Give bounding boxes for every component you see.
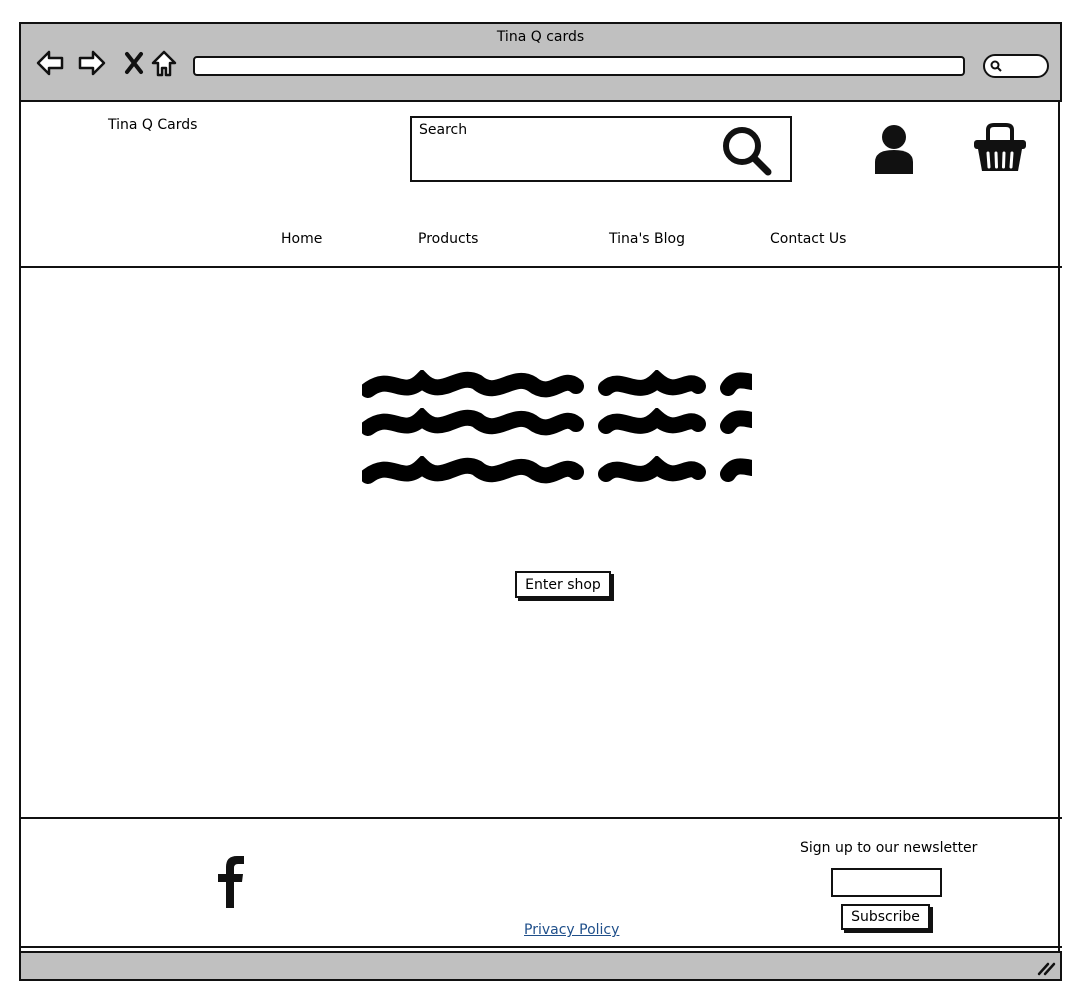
- site-brand[interactable]: Tina Q Cards: [108, 117, 197, 133]
- nav-contact[interactable]: Contact Us: [770, 231, 846, 247]
- url-bar[interactable]: [193, 56, 965, 76]
- nav-home[interactable]: Home: [281, 231, 322, 247]
- footer-bottom-line: [19, 946, 1062, 948]
- subscribe-button[interactable]: Subscribe: [841, 904, 930, 930]
- footer-divider: [19, 817, 1062, 819]
- forward-arrow-icon[interactable]: [77, 48, 107, 78]
- window-title: Tina Q cards: [496, 29, 585, 45]
- newsletter-label: Sign up to our newsletter: [800, 840, 978, 856]
- placeholder-text-scribble: [362, 408, 752, 436]
- enter-shop-button[interactable]: Enter shop: [515, 571, 611, 598]
- nav-blog[interactable]: Tina's Blog: [609, 231, 685, 247]
- search-placeholder: Search: [419, 122, 468, 138]
- home-icon[interactable]: [149, 48, 179, 78]
- browser-titlebar: Tina Q cards: [19, 22, 1062, 102]
- user-icon[interactable]: [872, 124, 916, 174]
- search-icon[interactable]: [720, 124, 774, 178]
- site-search-box[interactable]: Search: [410, 116, 792, 182]
- nav-products[interactable]: Products: [418, 231, 478, 247]
- magnifier-icon: [990, 60, 1002, 72]
- placeholder-text-scribble: [362, 370, 752, 398]
- basket-icon[interactable]: [972, 122, 1028, 174]
- newsletter-email-input[interactable]: [831, 868, 942, 897]
- facebook-icon[interactable]: [212, 854, 250, 908]
- back-arrow-icon[interactable]: [35, 48, 65, 78]
- resize-grip-icon[interactable]: [1036, 958, 1056, 976]
- privacy-policy-link[interactable]: Privacy Policy: [524, 922, 619, 938]
- header-divider: [19, 266, 1062, 268]
- placeholder-text-scribble: [362, 456, 752, 484]
- browser-statusbar: [19, 951, 1062, 981]
- stop-x-icon[interactable]: [119, 48, 149, 78]
- browser-search-field[interactable]: [983, 54, 1049, 78]
